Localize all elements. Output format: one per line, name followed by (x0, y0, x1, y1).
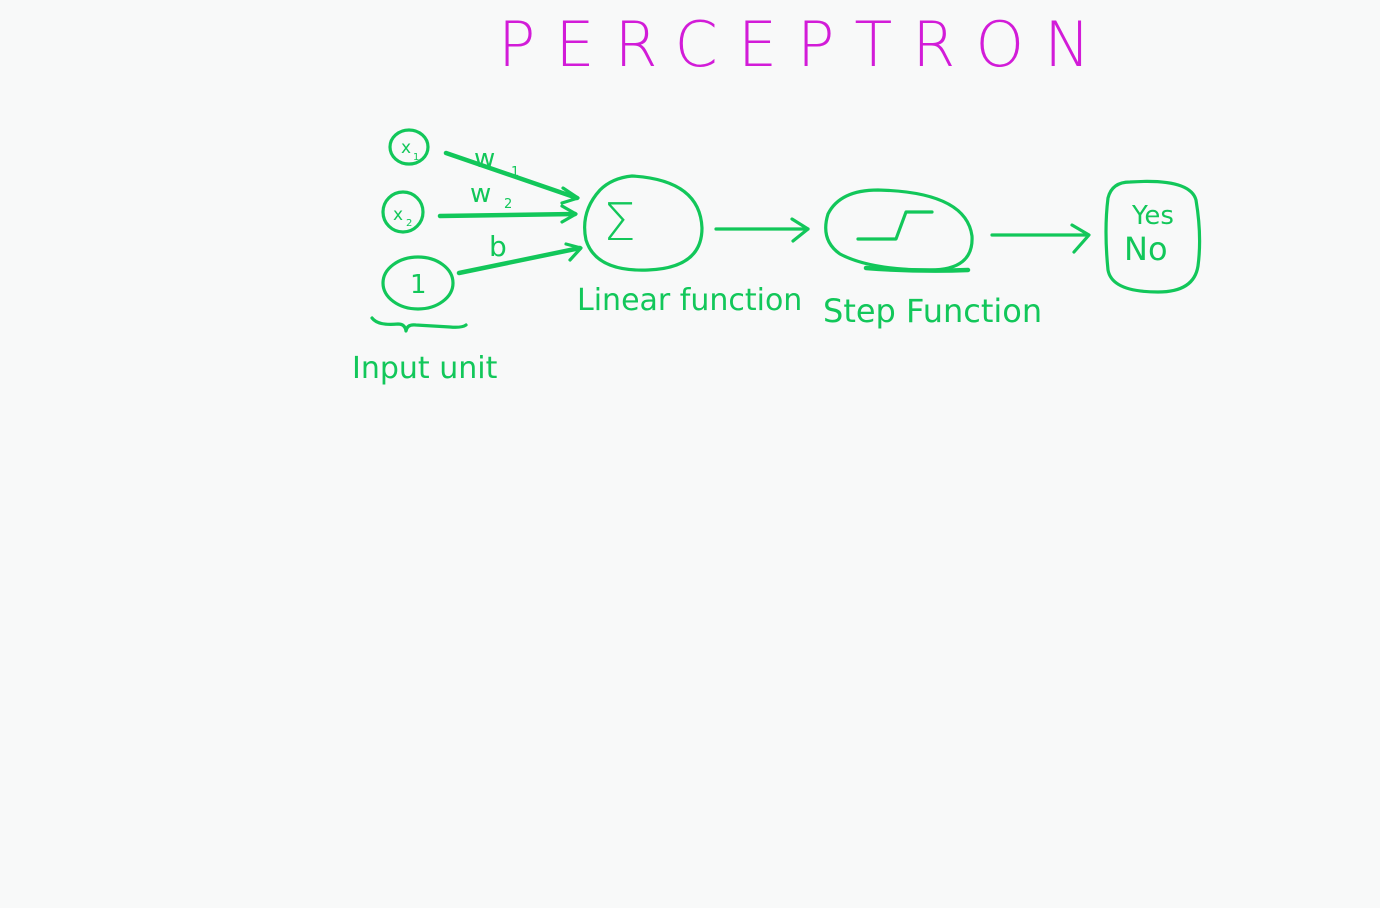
arrow-step-to-output (990, 223, 1091, 254)
input-unit-label: Input unit (352, 351, 498, 386)
perceptron-diagram: PERCEPTRON x 1 x 2 1 Input unit w 1 w 2 … (352, 8, 1202, 386)
output-node: Yes No (1104, 179, 1202, 294)
weight-w2-label: w (470, 179, 491, 209)
sum-node: Σ (583, 174, 704, 272)
input-brace (370, 316, 468, 333)
output-yes-label: Yes (1131, 201, 1174, 231)
weight-w1-subscript: 1 (511, 165, 519, 180)
weight-bias-label: b (489, 230, 507, 263)
input-x1-subscript: 1 (413, 152, 419, 163)
step-node (824, 188, 974, 273)
input-bias-label: 1 (410, 270, 427, 300)
sigma-symbol: Σ (603, 193, 636, 253)
input-node-bias: 1 (381, 255, 455, 311)
step-function-label: Step Function (823, 292, 1042, 330)
weight-w2-subscript: 2 (504, 197, 512, 212)
linear-function-label: Linear function (577, 283, 802, 318)
input-node-x2: x 2 (381, 190, 425, 234)
output-no-label: No (1124, 230, 1168, 268)
input-x2-label: x (393, 205, 403, 225)
input-node-x1: x 1 (388, 128, 430, 166)
arrow-sum-to-step (714, 217, 810, 243)
input-x1-label: x (401, 138, 411, 158)
arrow-bias-to-sum (456, 242, 583, 276)
weight-w1-label: w (474, 144, 495, 174)
input-x2-subscript: 2 (406, 218, 412, 229)
page-title: PERCEPTRON (498, 8, 1111, 81)
step-function-icon (856, 210, 934, 241)
